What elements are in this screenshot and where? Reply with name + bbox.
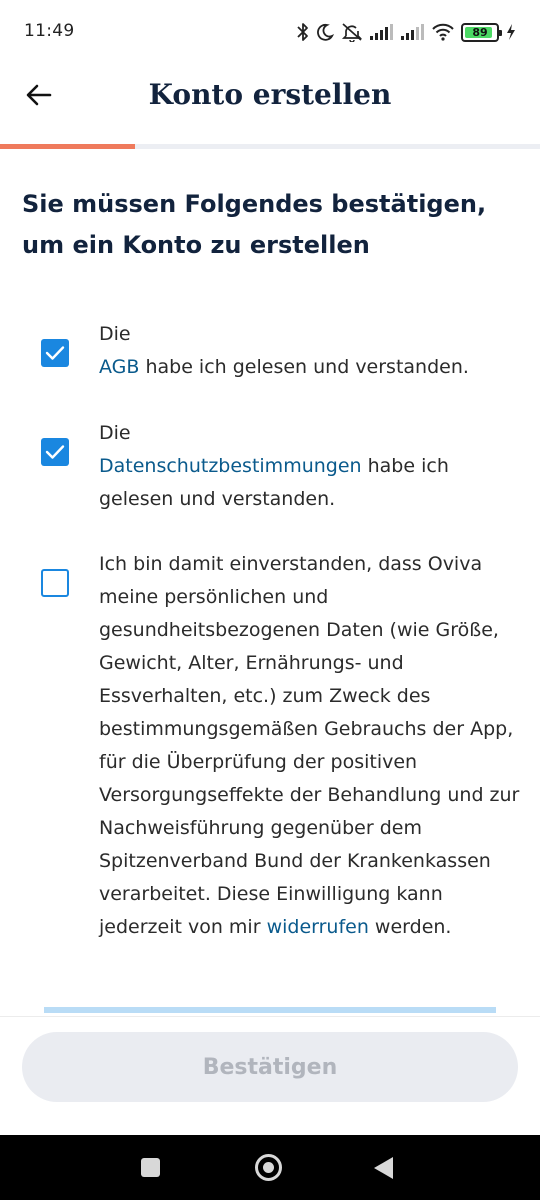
confirm-button[interactable]: Bestätigen xyxy=(22,1032,518,1102)
scroll-indicator xyxy=(44,1007,496,1013)
agb-checkbox[interactable] xyxy=(41,339,69,367)
progress-bar xyxy=(0,144,540,149)
home-button[interactable] xyxy=(255,1154,282,1181)
consent-headline: Sie müssen Folgendes bestätigen, um ein … xyxy=(22,190,487,259)
battery-level: 89 xyxy=(472,25,488,39)
page-title: Konto erstellen xyxy=(148,78,392,111)
footer: Bestätigen xyxy=(0,1016,540,1135)
data-processing-text-after: werden. xyxy=(368,916,452,938)
app-header: Konto erstellen xyxy=(0,64,540,144)
data-processing-checkbox[interactable] xyxy=(41,569,69,597)
agb-link[interactable]: AGB xyxy=(99,356,139,378)
recent-apps-button[interactable] xyxy=(141,1158,160,1177)
privacy-checkbox[interactable] xyxy=(41,438,69,466)
system-nav-bar xyxy=(0,1135,540,1200)
mute-icon xyxy=(341,22,363,42)
signal-icon xyxy=(401,24,425,40)
status-icons: 89 xyxy=(297,18,516,46)
battery-icon: 89 xyxy=(461,22,502,42)
agb-consent-text: Die AGB habe ich gelesen und verstanden. xyxy=(99,318,529,384)
privacy-link[interactable]: Datenschutzbestimmungen xyxy=(99,455,362,477)
moon-icon xyxy=(316,23,334,41)
privacy-text-before: Die xyxy=(99,422,131,444)
checkmark-icon xyxy=(45,444,65,460)
status-time: 11:49 xyxy=(24,21,75,41)
data-processing-text-before: Ich bin damit einverstanden, dass Oviva … xyxy=(99,553,520,938)
system-back-button[interactable] xyxy=(374,1157,393,1179)
signal-icon xyxy=(370,24,394,40)
wifi-icon xyxy=(432,23,454,41)
progress-fill xyxy=(0,144,135,149)
status-bar: 11:49 89 xyxy=(0,0,540,64)
home-icon xyxy=(263,1162,274,1173)
agb-text-after: habe ich gelesen und verstanden. xyxy=(139,356,469,378)
agb-text-before: Die xyxy=(99,323,131,345)
withdraw-link[interactable]: widerrufen xyxy=(267,916,369,938)
bluetooth-icon xyxy=(297,22,309,42)
checkmark-icon xyxy=(45,345,65,361)
charging-icon xyxy=(506,24,516,40)
data-processing-consent-text: Ich bin damit einverstanden, dass Oviva … xyxy=(99,548,529,944)
privacy-consent-text: Die Datenschutzbestimmungen habe ich gel… xyxy=(99,417,529,516)
battery-tip xyxy=(499,29,502,36)
